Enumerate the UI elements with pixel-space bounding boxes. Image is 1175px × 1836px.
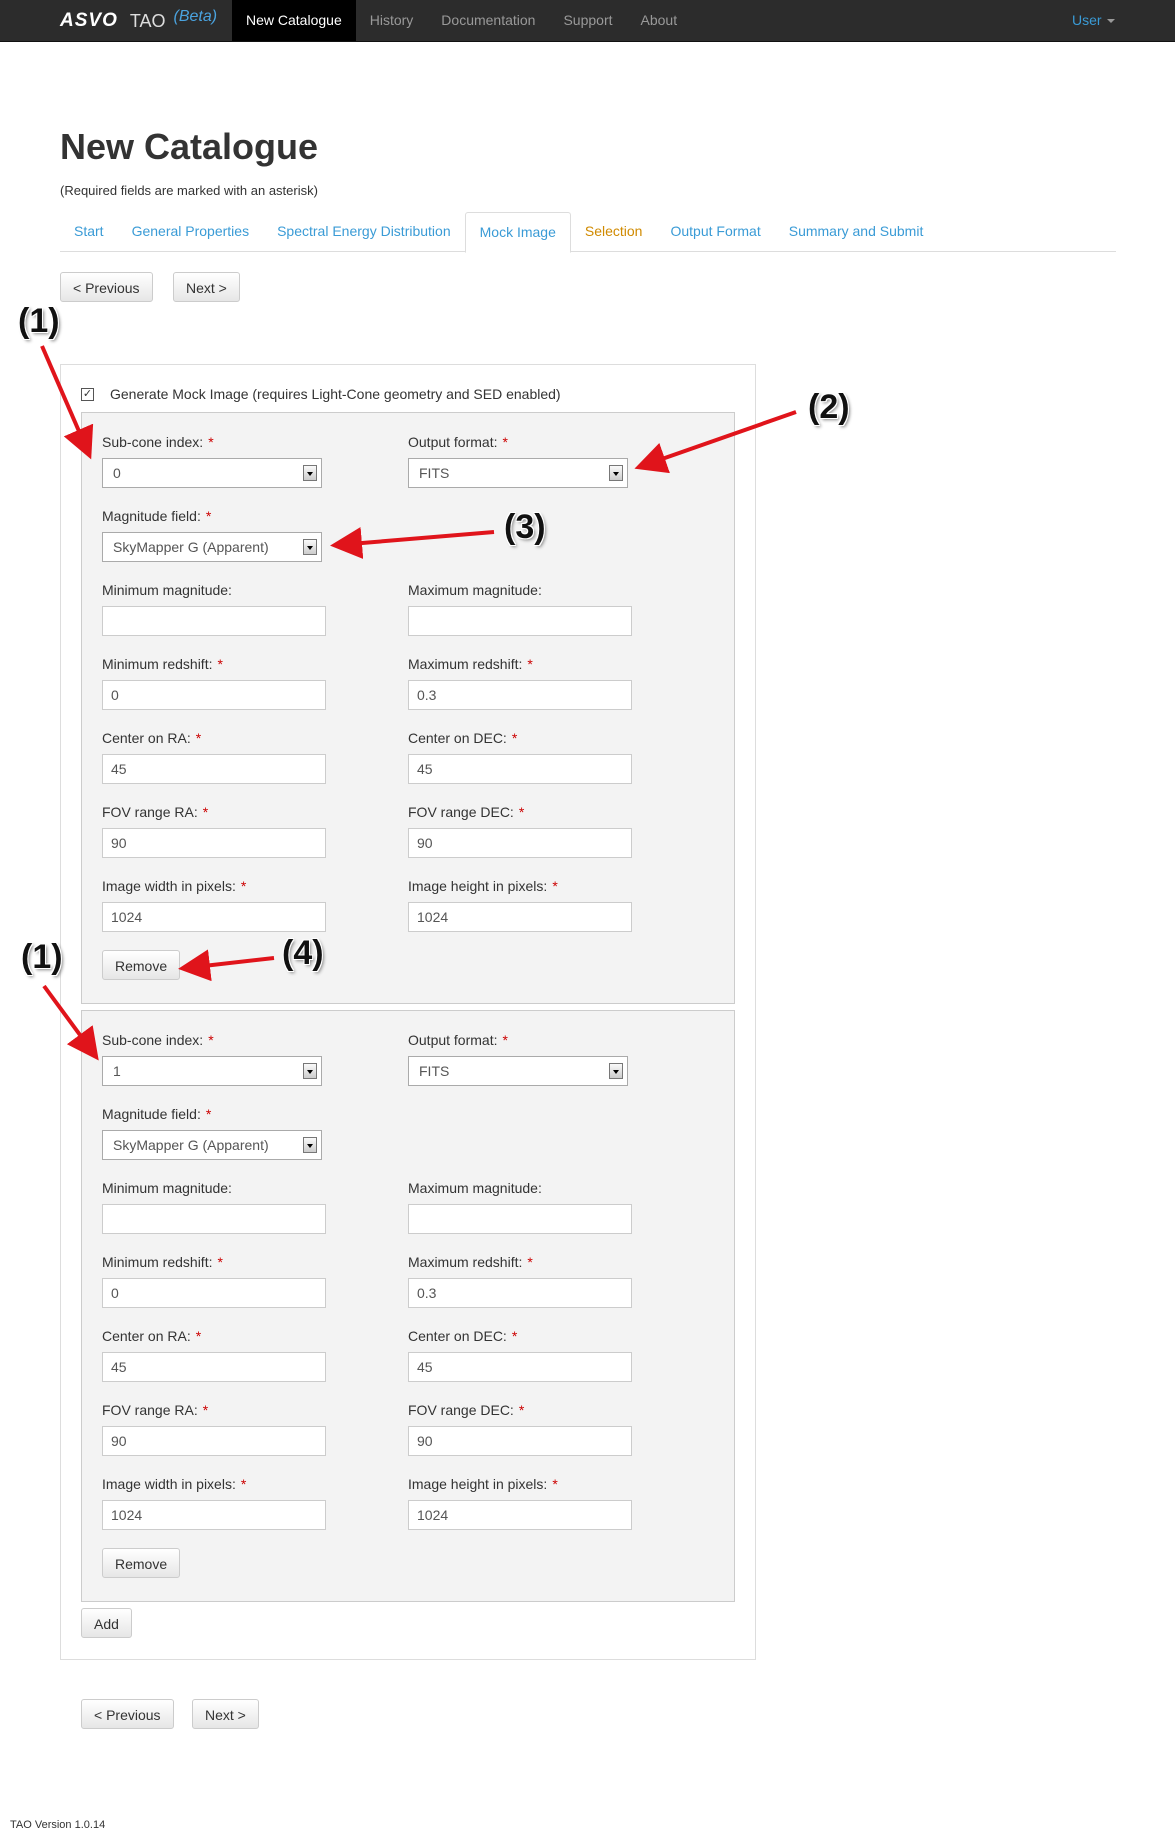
- annotation-label-2: (2): [808, 388, 850, 426]
- annotation-arrow-1b: [42, 984, 99, 1061]
- annotation-arrow-4: [178, 949, 275, 982]
- annotation-label-1b: (1): [21, 938, 63, 976]
- annotation-label-1a: (1): [18, 302, 60, 340]
- annotation-label-3: (3): [504, 508, 546, 546]
- annotation-label-4: (4): [282, 934, 324, 972]
- annotation-arrow-2: [634, 410, 797, 474]
- annotation-arrow-3: [330, 527, 495, 559]
- annotation-arrows: [40, 345, 797, 1061]
- annotation-arrow-1a: [40, 345, 94, 460]
